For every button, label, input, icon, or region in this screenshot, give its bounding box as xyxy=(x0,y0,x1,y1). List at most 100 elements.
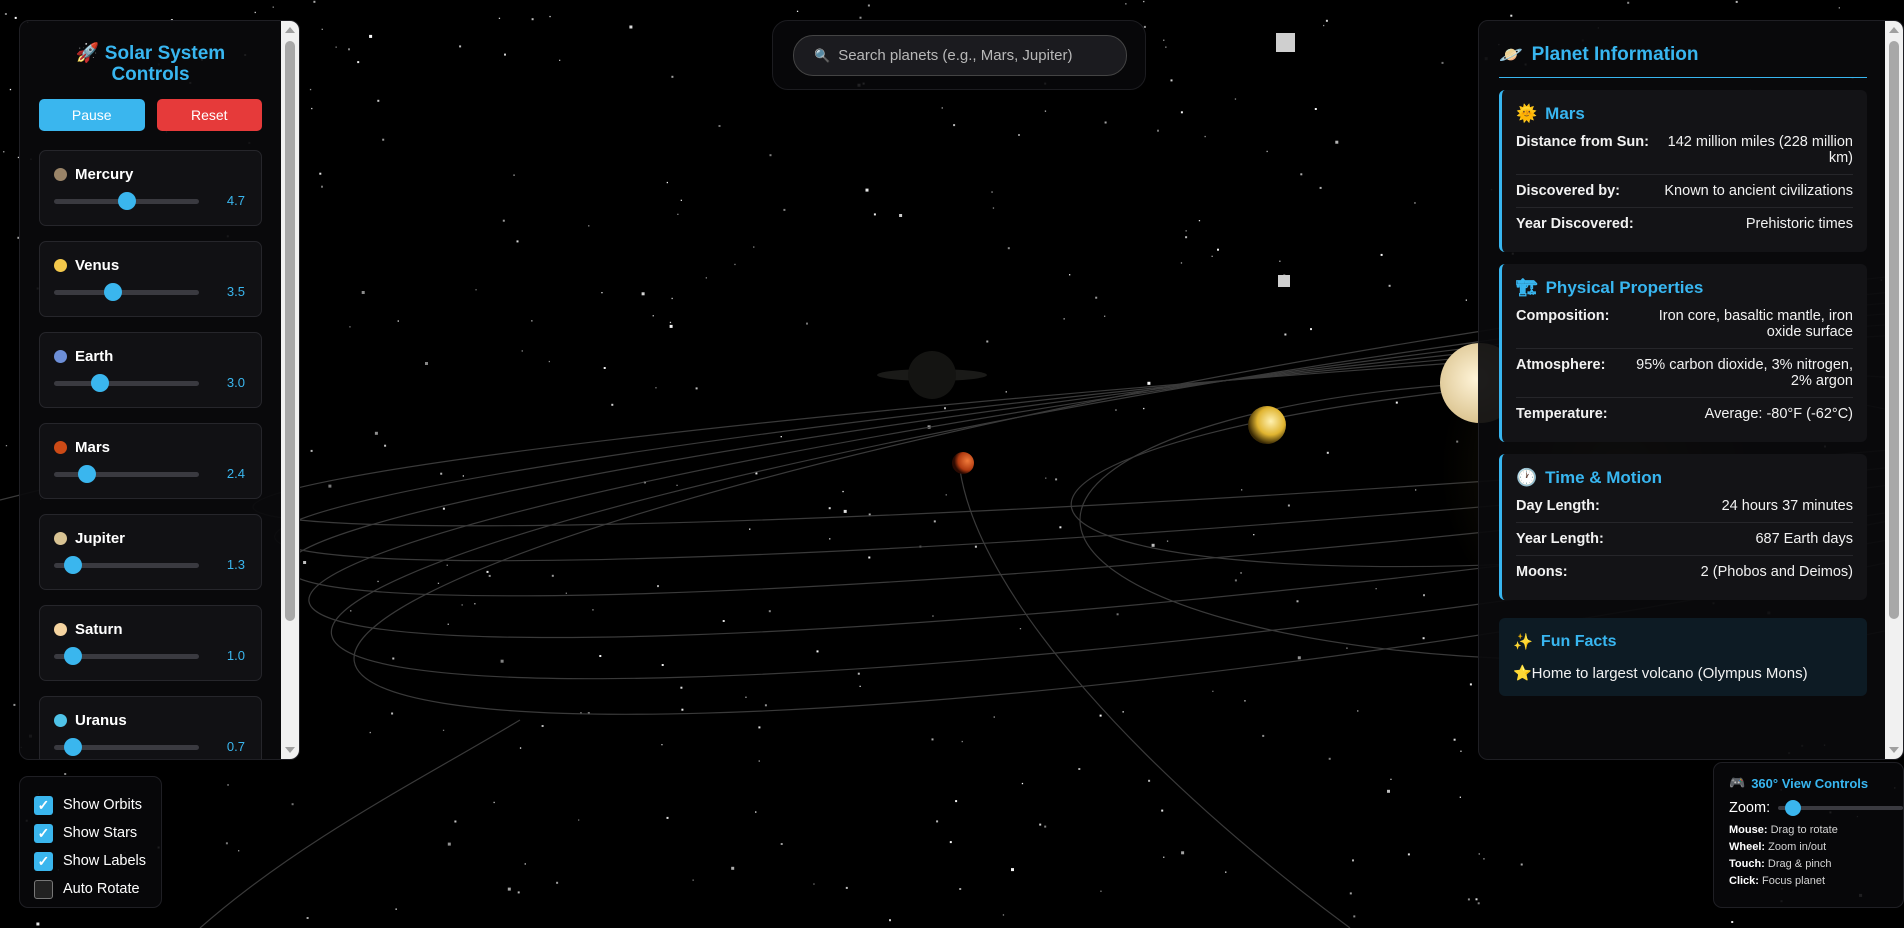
speed-slider-thumb[interactable] xyxy=(63,738,82,756)
selected-planet-name: Mars xyxy=(1545,104,1585,123)
section-header: 🏗 Physical Properties xyxy=(1516,278,1704,297)
search-box[interactable]: 🔍 xyxy=(793,35,1127,76)
speed-slider-thumb[interactable] xyxy=(117,192,136,210)
speed-value: 3.5 xyxy=(226,284,245,299)
planet-name: Saturn xyxy=(75,621,123,638)
control-buttons: Pause Reset xyxy=(39,99,262,131)
info-label: Composition: xyxy=(1516,308,1610,324)
checkbox[interactable]: ✓ xyxy=(34,851,53,871)
help-line: Click: Focus planet xyxy=(1729,873,1903,890)
venus-planet[interactable] xyxy=(1248,406,1286,444)
checkbox[interactable]: ✓ xyxy=(34,823,53,843)
mars-planet[interactable] xyxy=(952,452,974,474)
planet-header: Venus xyxy=(54,257,247,274)
speed-slider-thumb[interactable] xyxy=(91,374,110,392)
help-line: Wheel: Zoom in/out xyxy=(1729,839,1903,856)
controls-content: 🚀 Solar System Controls Pause Reset Merc… xyxy=(20,21,281,759)
toggle-label: Show Stars xyxy=(63,825,138,841)
sun-icon: 🌞 xyxy=(1516,104,1538,123)
zoom-slider[interactable] xyxy=(1778,800,1903,816)
planet-color-dot xyxy=(54,168,67,181)
search-input[interactable] xyxy=(838,47,1109,64)
info-value: 2 (Phobos and Deimos) xyxy=(1700,564,1853,580)
speed-slider-thumb[interactable] xyxy=(104,283,123,301)
gamepad-icon: 🎮 xyxy=(1729,775,1746,790)
scroll-up-icon[interactable] xyxy=(1889,27,1899,33)
speed-value: 4.7 xyxy=(226,193,245,208)
planet-speed-card-mars: Mars 2.4 xyxy=(39,423,262,499)
scroll-thumb[interactable] xyxy=(1889,41,1899,619)
display-toggles: ✓ Show Orbits ✓ Show Stars ✓ Show Labels Auto … xyxy=(19,776,162,908)
help-text: Zoom in/out xyxy=(1768,841,1827,853)
info-value: Known to ancient civilizations xyxy=(1664,183,1853,199)
controls-scrollbar[interactable] xyxy=(281,21,299,759)
info-scrollbar[interactable] xyxy=(1885,21,1903,759)
speed-slider[interactable] xyxy=(54,381,199,386)
magnifier-icon: 🔍 xyxy=(814,47,831,63)
planet-header: Mercury xyxy=(54,166,247,183)
scroll-down-icon[interactable] xyxy=(1889,747,1899,753)
planet-speed-card-uranus: Uranus 0.7 xyxy=(39,696,262,759)
speed-slider-row: 2.4 xyxy=(54,463,247,483)
info-content: 🪐 Planet Information 🌞 Mars Distance fro… xyxy=(1479,21,1885,759)
planet-speed-list: Mercury 4.7 Venus 3.5 Earth 3.0 Mars 2.4 Jupiter… xyxy=(39,150,262,759)
building-icon: 🏗 xyxy=(1516,278,1538,297)
scroll-up-icon[interactable] xyxy=(285,27,295,33)
toggle-label: Auto Rotate xyxy=(63,881,140,897)
planet-speed-card-earth: Earth 3.0 xyxy=(39,332,262,408)
speed-slider[interactable] xyxy=(54,472,199,477)
planet-name: Jupiter xyxy=(75,530,126,547)
toggle-show-orbits[interactable]: ✓ Show Orbits xyxy=(34,791,147,819)
speed-slider-row: 1.3 xyxy=(54,554,247,574)
info-label: Distance from Sun: xyxy=(1516,134,1649,150)
help-text: Focus planet xyxy=(1762,875,1826,887)
info-row: Composition: Iron core, basaltic mantle, … xyxy=(1516,308,1853,349)
rocket-icon: 🚀 xyxy=(75,43,100,64)
physical-properties-section: 🏗 Physical Properties Composition: Iron c… xyxy=(1499,264,1867,442)
info-row: Year Length: 687 Earth days xyxy=(1516,531,1853,556)
pause-button[interactable]: Pause xyxy=(39,99,145,131)
toggle-show-stars[interactable]: ✓ Show Stars xyxy=(34,819,147,847)
speed-slider-thumb[interactable] xyxy=(63,647,82,665)
planet-header: Uranus xyxy=(54,712,247,729)
info-row: Day Length: 24 hours 37 minutes xyxy=(1516,498,1853,523)
zoom-slider-thumb[interactable] xyxy=(1784,800,1801,816)
planet-color-dot xyxy=(54,714,67,727)
info-label: Year Length: xyxy=(1516,531,1604,547)
planet-speed-card-venus: Venus 3.5 xyxy=(39,241,262,317)
planet-name: Venus xyxy=(75,257,120,274)
info-row: Temperature: Average: -80°F (-62°C) xyxy=(1516,406,1853,430)
planet-name: Mars xyxy=(75,439,111,456)
info-row: Year Discovered: Prehistoric times xyxy=(1516,216,1853,240)
speed-value: 2.4 xyxy=(226,466,245,481)
view-controls-panel: 🎮 360° View Controls Zoom: Mouse: Drag t… xyxy=(1713,762,1904,908)
scroll-down-icon[interactable] xyxy=(285,747,295,753)
planet-name: Mercury xyxy=(75,166,134,183)
toggle-show-labels[interactable]: ✓ Show Labels xyxy=(34,847,147,875)
planet-speed-card-saturn: Saturn 1.0 xyxy=(39,605,262,681)
toggle-auto-rotate[interactable]: Auto Rotate xyxy=(34,875,147,903)
speed-slider-thumb[interactable] xyxy=(78,465,97,483)
info-value: 95% carbon dioxide, 3% nitrogen, 2% argo… xyxy=(1636,357,1853,389)
planet-header: Jupiter xyxy=(54,530,247,547)
info-value: Prehistoric times xyxy=(1745,216,1853,232)
scroll-thumb[interactable] xyxy=(285,41,295,621)
space-object xyxy=(1278,275,1290,287)
info-value: 142 million miles (228 million km) xyxy=(1667,134,1853,166)
reset-button[interactable]: Reset xyxy=(156,99,262,131)
speed-slider-row: 3.5 xyxy=(54,281,247,301)
checkbox[interactable] xyxy=(34,879,53,899)
jupiter-planet[interactable] xyxy=(908,351,956,399)
info-row: Distance from Sun: 142 million miles (228… xyxy=(1516,134,1853,175)
clock-icon: 🕐 xyxy=(1516,468,1538,487)
sparkles-icon: ✨ xyxy=(1513,634,1533,651)
checkbox[interactable]: ✓ xyxy=(34,795,53,815)
help-line: Mouse: Drag to rotate xyxy=(1729,822,1903,839)
info-row: Moons: 2 (Phobos and Deimos) xyxy=(1516,564,1853,588)
info-title: 🪐 Planet Information xyxy=(1499,43,1867,78)
help-text: Drag & pinch xyxy=(1767,858,1832,870)
speed-slider[interactable] xyxy=(54,290,199,295)
speed-slider-thumb[interactable] xyxy=(63,556,82,574)
info-label: Day Length: xyxy=(1516,498,1600,514)
planet-header: Earth xyxy=(54,348,247,365)
